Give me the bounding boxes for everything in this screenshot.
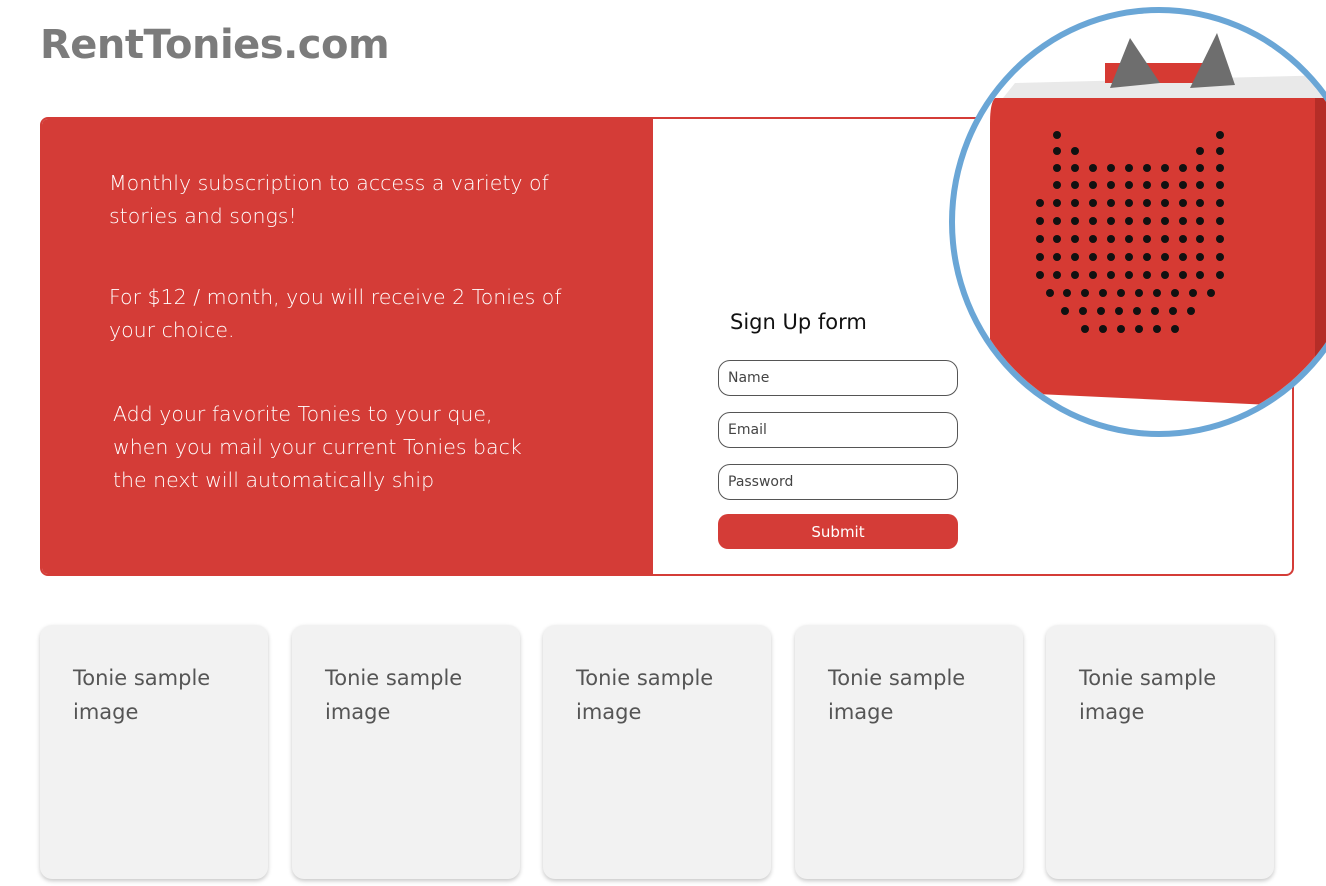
hero-paragraph-price: For $12 / month, you will receive 2 Toni… (109, 285, 562, 342)
tonie-sample-label: Tonie sample image (828, 666, 966, 724)
tonie-sample-label: Tonie sample image (73, 666, 211, 724)
toniebox-speaker-icon (990, 33, 1326, 408)
hero-info-panel: Monthly subscription to access a variety… (42, 119, 653, 574)
tonie-sample-card[interactable]: Tonie sample image (795, 625, 1023, 879)
product-image (949, 7, 1326, 437)
site-logo[interactable]: RentTonies.com (40, 22, 390, 68)
tonie-sample-card[interactable]: Tonie sample image (40, 625, 268, 879)
tonie-sample-label: Tonie sample image (325, 666, 463, 724)
tonie-sample-card[interactable]: Tonie sample image (543, 625, 771, 879)
hero-paragraph-queue: Add your favorite Tonies to your que, wh… (113, 402, 522, 492)
email-field[interactable] (718, 412, 958, 448)
signup-form-title: Sign Up form (730, 310, 867, 334)
password-field[interactable] (718, 464, 958, 500)
tonie-sample-label: Tonie sample image (1079, 666, 1217, 724)
name-field[interactable] (718, 360, 958, 396)
tonie-sample-card[interactable]: Tonie sample image (292, 625, 520, 879)
submit-button[interactable]: Submit (718, 514, 958, 549)
tonie-sample-label: Tonie sample image (576, 666, 714, 724)
hero-paragraph-subscription: Monthly subscription to access a variety… (109, 171, 549, 228)
tonie-sample-card[interactable]: Tonie sample image (1046, 625, 1274, 879)
